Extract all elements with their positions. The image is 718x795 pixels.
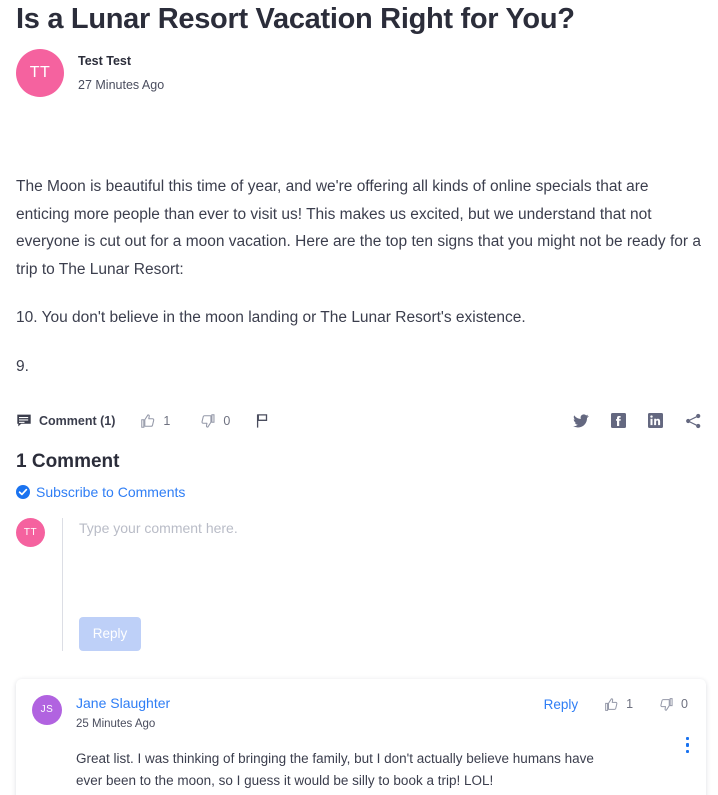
comment-header: JS Jane Slaughter 25 Minutes Ago Reply 1 <box>32 694 688 731</box>
comment-reply-link[interactable]: Reply <box>544 697 579 712</box>
article-list-item-9: 9. <box>16 358 29 376</box>
thumbs-up-icon <box>604 697 619 712</box>
linkedin-icon[interactable] <box>648 413 663 429</box>
page-title: Is a Lunar Resort Vacation Right for You… <box>16 3 575 35</box>
composer-body: Reply <box>62 517 702 651</box>
author-name: Test Test <box>78 53 132 68</box>
flag-button[interactable] <box>255 413 270 429</box>
twitter-icon[interactable] <box>573 413 589 429</box>
comment-actions: Reply 1 0 <box>544 695 688 712</box>
article-list-item-10: 10. You don't believe in the moon landin… <box>16 308 526 326</box>
comment-icon <box>16 413 32 429</box>
comment-author-link[interactable]: Jane Slaughter <box>76 695 170 713</box>
comment-card: JS Jane Slaughter 25 Minutes Ago Reply 1 <box>16 678 706 795</box>
like-button[interactable]: 1 <box>140 413 170 429</box>
comment-button[interactable]: Comment (1) <box>16 413 115 429</box>
facebook-icon[interactable] <box>611 413 626 429</box>
comments-section: 1 Comment Subscribe to Comments TT Reply <box>0 451 718 651</box>
like-count: 1 <box>163 413 171 428</box>
share-group <box>573 413 702 429</box>
comment-like-count: 1 <box>626 697 634 712</box>
engagement-toolbar: Comment (1) 1 0 <box>0 407 718 435</box>
avatar: TT <box>16 49 64 98</box>
article-body: The Moon is beautiful this time of year,… <box>0 173 718 380</box>
comment-dislike-button[interactable]: 0 <box>659 697 688 712</box>
comment-more-options-icon[interactable] <box>685 736 689 754</box>
dislike-button[interactable]: 0 <box>200 413 230 429</box>
comment-like-button[interactable]: 1 <box>604 697 633 712</box>
composer-avatar: TT <box>16 517 45 547</box>
toolbar-left-group: Comment (1) 1 0 <box>16 413 270 429</box>
post-timestamp: 27 Minutes Ago <box>78 77 165 92</box>
subscribe-to-comments-link[interactable]: Subscribe to Comments <box>16 484 702 500</box>
submit-reply-button[interactable]: Reply <box>79 616 141 651</box>
article-page: Is a Lunar Resort Vacation Right for You… <box>0 0 718 795</box>
avatar: JS <box>32 694 62 725</box>
thumbs-down-icon <box>659 697 674 712</box>
comment-meta: Jane Slaughter 25 Minutes Ago <box>76 695 170 731</box>
comment-body-text: Great list. I was thinking of bringing t… <box>76 751 594 788</box>
comment-timestamp: 25 Minutes Ago <box>76 718 156 731</box>
check-circle-icon <box>16 484 30 499</box>
article-paragraph: The Moon is beautiful this time of year,… <box>16 178 701 278</box>
kebab-dot <box>685 749 689 754</box>
byline: TT Test Test 27 Minutes Ago <box>16 49 702 98</box>
comment-composer: TT Reply <box>16 517 702 651</box>
share-icon[interactable] <box>685 413 702 429</box>
thumbs-down-icon <box>200 413 216 429</box>
comment-dislike-count: 0 <box>681 697 688 712</box>
comment-input[interactable] <box>79 517 702 600</box>
dislike-count: 0 <box>223 413 231 428</box>
comment-button-label: Comment (1) <box>39 413 116 428</box>
byline-text: Test Test 27 Minutes Ago <box>78 52 164 95</box>
comments-heading: 1 Comment <box>16 450 120 472</box>
thumbs-up-icon <box>140 413 156 429</box>
kebab-dot <box>685 743 689 747</box>
flag-icon <box>255 413 270 429</box>
kebab-dot <box>685 736 689 741</box>
article-header: Is a Lunar Resort Vacation Right for You… <box>0 0 718 98</box>
subscribe-label: Subscribe to Comments <box>36 483 186 500</box>
